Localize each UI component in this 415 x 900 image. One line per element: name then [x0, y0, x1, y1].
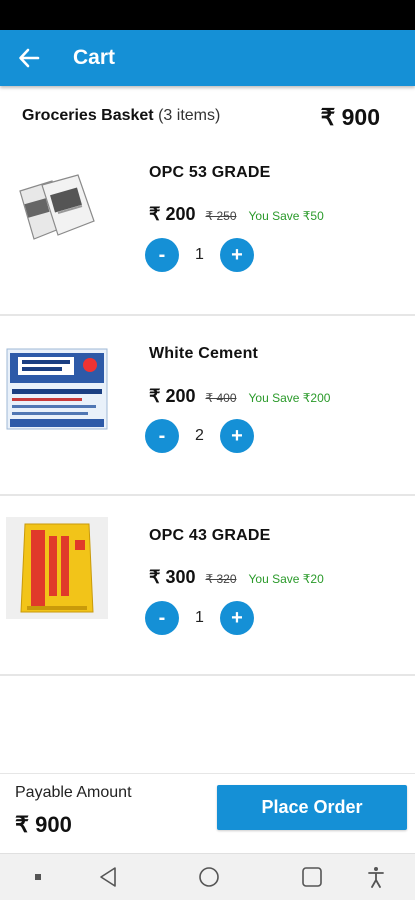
item-price: ₹ 200: [149, 204, 196, 224]
status-bar: [0, 0, 415, 30]
quantity-stepper: - 2 +: [145, 419, 254, 453]
quantity-value: 1: [195, 246, 204, 263]
increase-quantity-button[interactable]: +: [220, 601, 254, 635]
item-mrp: ₹ 400: [205, 391, 237, 405]
item-price: ₹ 300: [149, 567, 196, 587]
app-bar: Cart: [0, 30, 415, 86]
triangle-back-icon[interactable]: [96, 865, 120, 889]
quantity-value: 1: [195, 609, 204, 626]
item-savings: You Save ₹200: [248, 391, 331, 405]
cement-bag-image: [6, 158, 108, 260]
square-recent-icon[interactable]: [300, 865, 324, 889]
page-title: Cart: [73, 46, 116, 69]
arrow-left-icon[interactable]: [1, 30, 57, 86]
place-order-button[interactable]: Place Order: [217, 785, 407, 830]
payable-amount: ₹ 900: [15, 812, 72, 837]
item-mrp: ₹ 320: [205, 572, 237, 586]
quantity-stepper: - 1 +: [145, 238, 254, 272]
payable-label: Payable Amount: [15, 784, 132, 801]
basket-item-count: (3 items): [158, 107, 221, 124]
decrease-quantity-button[interactable]: -: [145, 238, 179, 272]
system-nav-bar: [0, 853, 415, 900]
item-price: ₹ 200: [149, 386, 196, 406]
item-mrp: ₹ 250: [205, 209, 237, 223]
accessibility-icon[interactable]: [364, 865, 388, 889]
item-name: OPC 53 GRADE: [149, 164, 271, 181]
decrease-quantity-button[interactable]: -: [145, 601, 179, 635]
increase-quantity-button[interactable]: +: [220, 238, 254, 272]
dot-icon: [33, 865, 43, 889]
increase-quantity-button[interactable]: +: [220, 419, 254, 453]
opc-43-bag-image: [6, 517, 108, 619]
item-savings: You Save ₹50: [248, 209, 324, 223]
item-name: White Cement: [149, 345, 259, 362]
decrease-quantity-button[interactable]: -: [145, 419, 179, 453]
circle-home-icon[interactable]: [197, 865, 221, 889]
quantity-stepper: - 1 +: [145, 601, 254, 635]
item-name: OPC 43 GRADE: [149, 527, 271, 544]
basket-total: ₹ 900: [320, 104, 380, 130]
basket-header: Groceries Basket (3 items) ₹ 900: [0, 96, 415, 140]
cart-item: OPC 43 GRADE ₹ 300 ₹ 320 You Save ₹20 - …: [0, 498, 415, 676]
checkout-footer: Payable Amount ₹ 900 Place Order: [0, 773, 415, 853]
basket-name: Groceries Basket: [22, 107, 154, 124]
cart-item: White Cement ₹ 200 ₹ 400 You Save ₹200 -…: [0, 318, 415, 496]
quantity-value: 2: [195, 427, 204, 444]
cart-item: OPC 53 GRADE ₹ 200 ₹ 250 You Save ₹50 - …: [0, 138, 415, 316]
white-cement-bag-image: [6, 338, 108, 440]
item-savings: You Save ₹20: [248, 572, 324, 586]
